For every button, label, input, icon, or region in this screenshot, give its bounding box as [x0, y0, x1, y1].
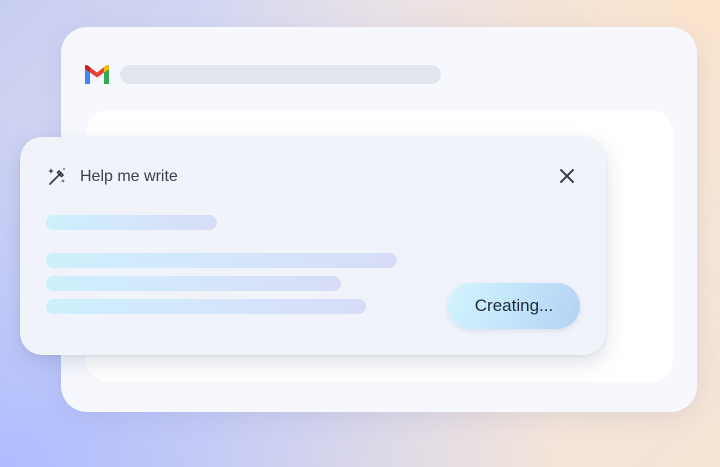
magic-pencil-icon: [48, 167, 66, 185]
gmail-logo: [85, 65, 109, 84]
skeleton-line: [46, 253, 397, 268]
panel-title: Help me write: [80, 168, 178, 185]
search-bar-placeholder: [120, 65, 441, 84]
help-me-write-panel: Help me write Creating...: [20, 137, 606, 355]
skeleton-line: [46, 299, 366, 314]
close-button[interactable]: [556, 165, 578, 187]
skeleton-line-heading: [46, 215, 217, 230]
close-icon: [560, 169, 574, 183]
skeleton-line: [46, 276, 341, 291]
creating-status-button[interactable]: Creating...: [448, 283, 580, 329]
